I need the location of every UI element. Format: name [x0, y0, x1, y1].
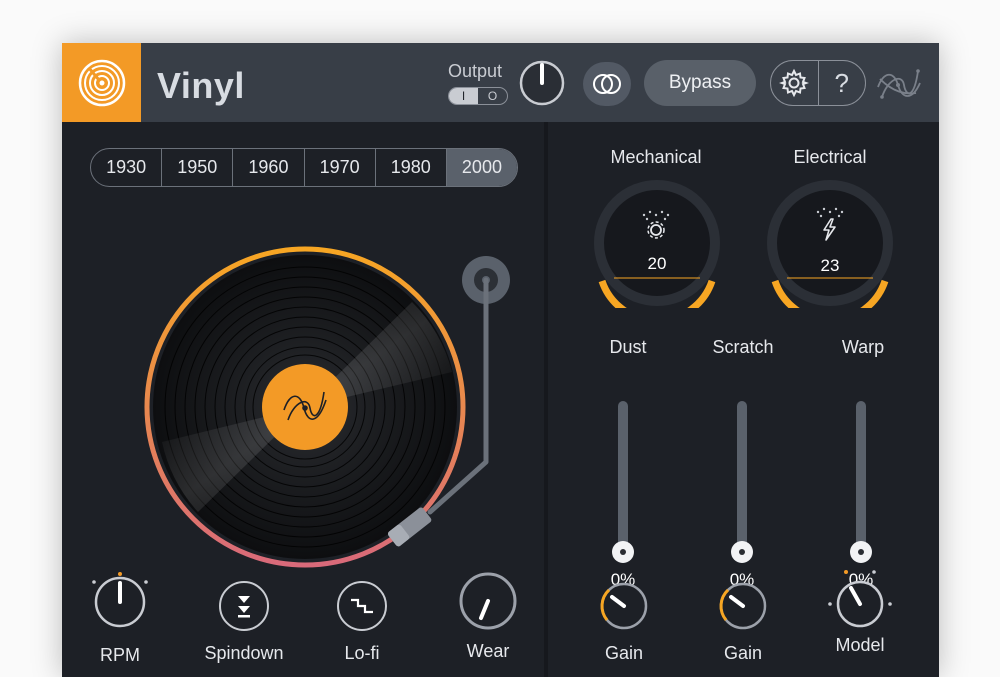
mechanical-value: 20	[647, 254, 667, 273]
vinyl-record-logo-icon	[62, 43, 141, 122]
help-icon: ?	[834, 67, 849, 98]
era-button-1970[interactable]: 1970	[305, 149, 376, 186]
rpm-control: RPM	[70, 570, 170, 666]
wear-label: Wear	[466, 641, 510, 661]
spindown-control: Spindown	[194, 578, 294, 664]
electrical-gain-label: Gain	[723, 643, 763, 663]
plugin-title: Vinyl	[157, 65, 245, 106]
warp-slider-track[interactable]	[856, 401, 866, 561]
mechanical-gain-control: Gain	[574, 576, 674, 664]
mechanical-label: Mechanical	[610, 147, 702, 167]
spindown-label: Spindown	[204, 643, 284, 663]
lofi-control: Lo-fi	[312, 578, 412, 664]
output-off-option[interactable]: O	[478, 88, 507, 104]
output-knob[interactable]	[518, 59, 566, 112]
output-on-option[interactable]: I	[449, 88, 478, 104]
rpm-label: RPM	[100, 645, 140, 665]
era-button-2000[interactable]: 2000	[446, 149, 517, 186]
rpm-knob[interactable]	[80, 570, 160, 628]
output-label: Output	[448, 61, 503, 81]
scratch-label: Scratch	[712, 337, 774, 357]
header-bar: Vinyl Output I O Bypass ?	[62, 43, 939, 122]
electrical-amount-dial[interactable]: 23	[765, 178, 895, 325]
model-label: Model	[835, 635, 885, 655]
scratch-slider-track[interactable]	[737, 401, 747, 561]
stereo-link-button[interactable]	[583, 62, 631, 106]
electrical-gain-control: Gain	[693, 576, 793, 664]
output-io-toggle[interactable]: I O	[448, 87, 508, 105]
scratch-slider-thumb[interactable]	[731, 541, 753, 563]
lofi-button[interactable]	[334, 578, 390, 634]
mechanical-gain-knob[interactable]	[594, 576, 654, 634]
model-knob[interactable]	[820, 568, 900, 634]
spindown-button[interactable]	[216, 578, 272, 634]
era-button-1960[interactable]: 1960	[233, 149, 305, 186]
era-selector: 1930 1950 1960 1970 1980 2000	[90, 148, 518, 187]
era-button-1980[interactable]: 1980	[376, 149, 447, 186]
vinyl-plugin-window: Vinyl Output I O Bypass ? 1930 1950 1960…	[62, 43, 939, 677]
mechanical-gain-label: Gain	[604, 643, 644, 663]
warp-label: Warp	[841, 337, 885, 357]
era-button-1950[interactable]: 1950	[162, 149, 234, 186]
settings-help-group: ?	[770, 60, 866, 106]
dust-slider-track[interactable]	[618, 401, 628, 561]
help-button[interactable]: ?	[819, 61, 866, 105]
model-control: Model	[810, 568, 910, 656]
wear-control: Wear	[438, 566, 538, 662]
electrical-label: Electrical	[793, 147, 867, 167]
stereo-link-icon	[593, 74, 621, 94]
electrical-value: 23	[820, 256, 840, 275]
settings-button[interactable]	[771, 61, 819, 105]
bypass-button[interactable]: Bypass	[644, 60, 756, 106]
dust-label: Dust	[609, 337, 647, 357]
gear-icon	[779, 68, 810, 98]
wear-knob[interactable]	[453, 566, 523, 632]
turntable-panel: 1930 1950 1960 1970 1980 2000 RPM Spindo…	[62, 122, 544, 677]
era-button-1930[interactable]: 1930	[91, 149, 163, 186]
dust-slider-thumb[interactable]	[612, 541, 634, 563]
turntable[interactable]	[132, 212, 532, 597]
lofi-label: Lo-fi	[344, 643, 380, 663]
electrical-gain-knob[interactable]	[713, 576, 773, 634]
noise-panel: Mechanical Electrical 20 23 Dust Scratch…	[548, 122, 939, 677]
warp-slider-thumb[interactable]	[850, 541, 872, 563]
izotope-brand-icon	[874, 65, 924, 110]
mechanical-amount-dial[interactable]: 20	[592, 178, 722, 325]
